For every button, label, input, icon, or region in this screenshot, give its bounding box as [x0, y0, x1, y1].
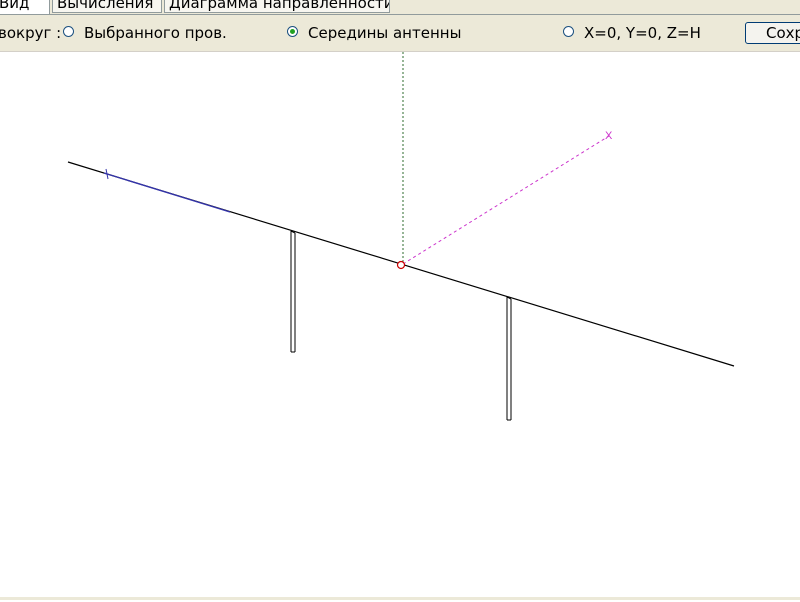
x-axis-label: X: [605, 130, 613, 142]
antenna-drawing: X: [67, 52, 735, 421]
x-axis-line: [402, 135, 610, 265]
radio-antenna-center-label[interactable]: Середины антенны: [308, 24, 461, 42]
save-button[interactable]: Сохр: [745, 22, 800, 44]
rotation-toolbar: вокруг : Выбранного пров. Середины антен…: [0, 15, 800, 52]
tab-strip: Вид Вычисления Диаграмма направленности: [0, 0, 800, 15]
antenna-center-marker: [396, 260, 406, 270]
tab-view[interactable]: Вид: [0, 0, 50, 14]
rotation-label: вокруг :: [0, 24, 62, 42]
radio-origin[interactable]: [563, 26, 574, 37]
antenna-3d-view[interactable]: X: [0, 52, 800, 598]
antenna-wire-end-segment: [103, 172, 231, 213]
radio-origin-label[interactable]: X=0, Y=0, Z=H: [584, 24, 701, 42]
radio-checked-dot: [290, 29, 295, 34]
tab-radiation-pattern[interactable]: Диаграмма направленности: [164, 0, 390, 13]
radio-antenna-center[interactable]: [287, 26, 298, 37]
tab-calculations[interactable]: Вычисления: [52, 0, 162, 13]
radio-selected-wire[interactable]: [63, 26, 74, 37]
radio-selected-wire-label[interactable]: Выбранного пров.: [84, 24, 227, 42]
